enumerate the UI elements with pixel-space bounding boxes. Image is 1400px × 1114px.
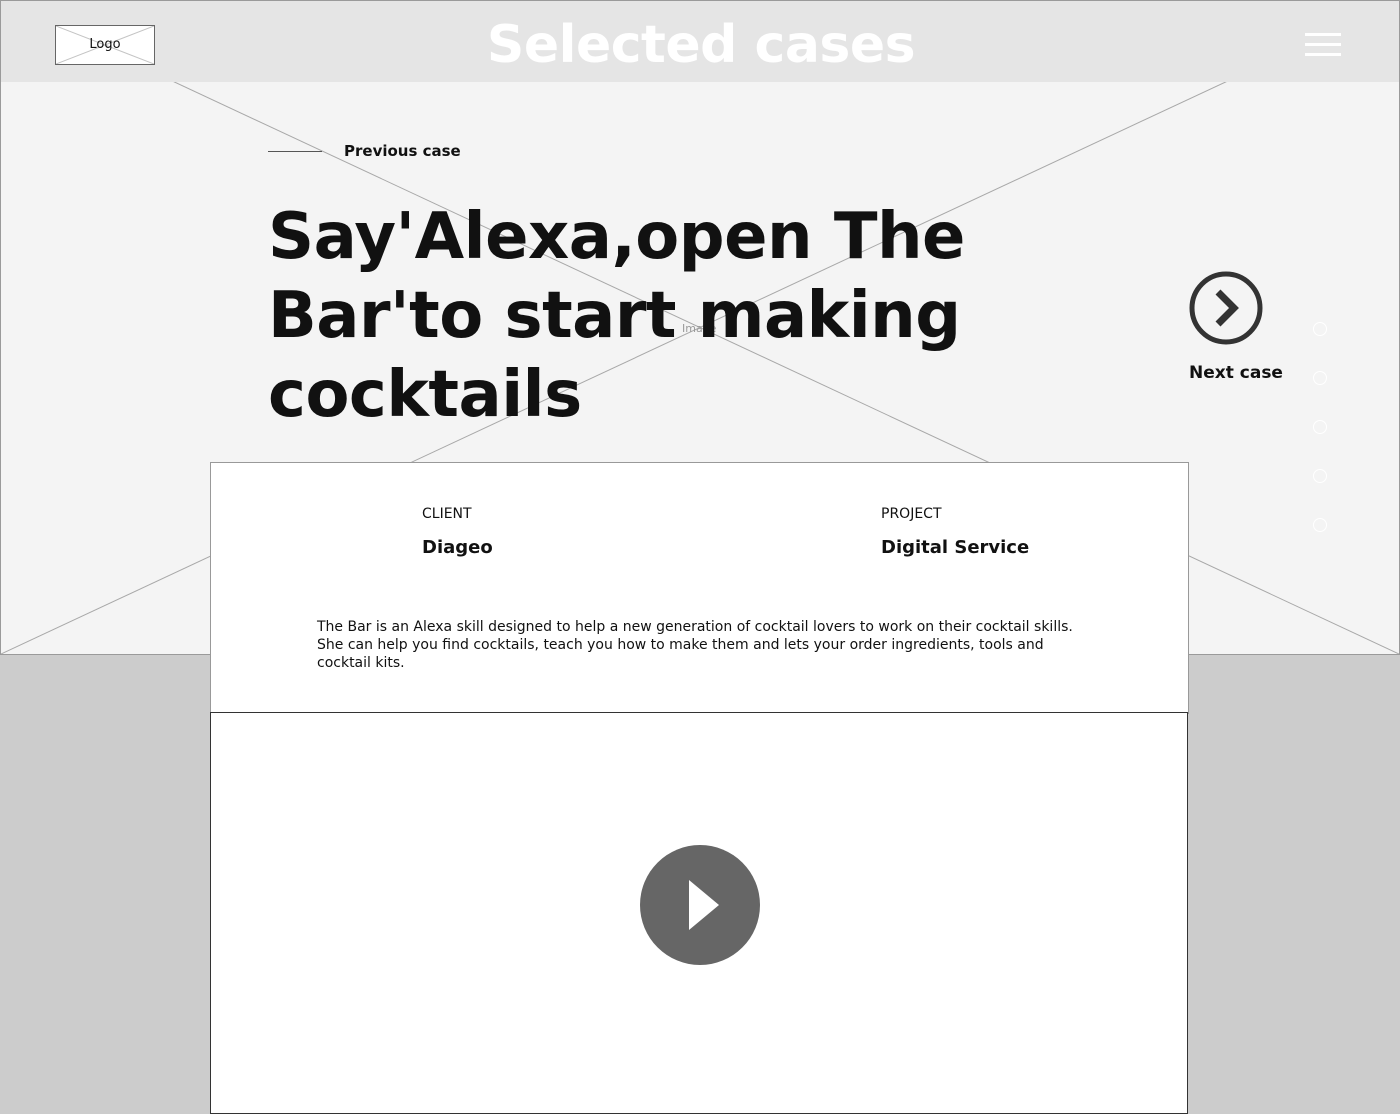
pagination-dot[interactable] — [1313, 518, 1327, 532]
video-player[interactable] — [210, 712, 1188, 1114]
client-value: Diageo — [422, 537, 493, 558]
page-title: Selected cases — [486, 15, 916, 75]
pagination-dot[interactable] — [1313, 469, 1327, 483]
previous-case-label: Previous case — [344, 142, 461, 160]
next-case-label: Next case — [1189, 363, 1283, 383]
case-info-card: CLIENT Diageo PROJECT Digital Service Th… — [210, 462, 1189, 714]
project-meta: PROJECT Digital Service — [881, 505, 1029, 559]
project-value: Digital Service — [881, 537, 1030, 558]
header-bar: Logo Selected cases — [1, 1, 1399, 82]
client-label: CLIENT — [422, 506, 472, 522]
case-pagination — [1313, 320, 1331, 540]
play-icon[interactable] — [639, 844, 761, 966]
project-label: PROJECT — [881, 506, 942, 522]
pagination-dot[interactable] — [1313, 371, 1327, 385]
pagination-dot[interactable] — [1313, 322, 1327, 336]
previous-case-line-icon — [268, 151, 322, 152]
pagination-dot[interactable] — [1313, 420, 1327, 434]
hamburger-menu-icon[interactable] — [1305, 33, 1341, 57]
chevron-right-circle-icon — [1189, 271, 1263, 345]
case-headline: Say'Alexa,open The Bar'to start making c… — [268, 200, 965, 432]
case-description: The Bar is an Alexa skill designed to he… — [317, 619, 1073, 671]
next-case-link[interactable]: Next case — [1180, 270, 1283, 390]
client-meta: CLIENT Diageo — [422, 505, 493, 559]
